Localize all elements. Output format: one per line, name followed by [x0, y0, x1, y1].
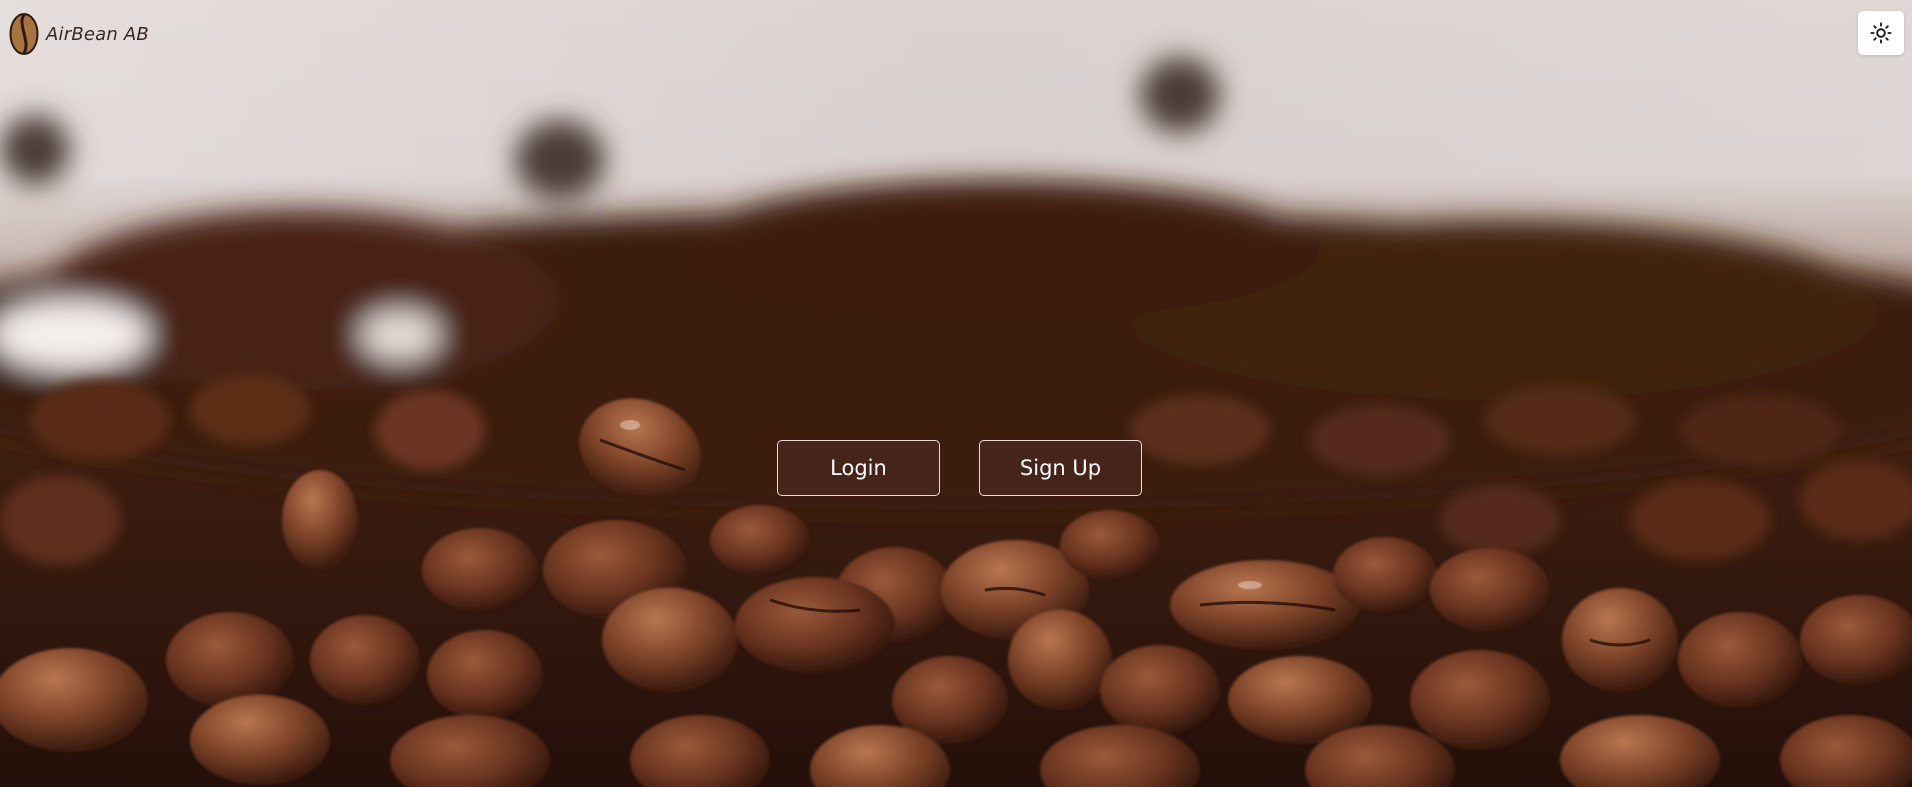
theme-toggle-button[interactable]: [1858, 11, 1904, 55]
brand-name: AirBean AB: [46, 23, 149, 45]
coffee-beans-background: [0, 0, 1912, 787]
coffee-bean-icon: [9, 13, 39, 55]
sun-icon: [1870, 22, 1892, 44]
brand[interactable]: AirBean AB: [8, 12, 149, 56]
signup-button[interactable]: Sign Up: [979, 440, 1142, 496]
landing-page: AirBean AB Login Sign Up: [0, 0, 1912, 787]
login-button[interactable]: Login: [777, 440, 940, 496]
auth-actions: Login Sign Up: [777, 440, 1142, 496]
